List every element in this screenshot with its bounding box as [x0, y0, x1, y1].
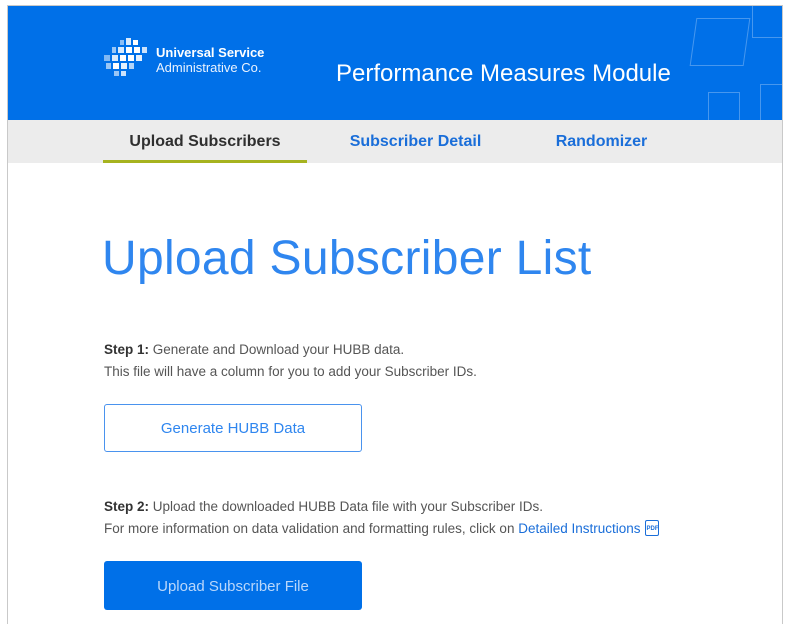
usac-logo-icon — [104, 38, 147, 76]
active-tab-indicator — [103, 160, 307, 163]
decorative-shape — [689, 18, 751, 66]
step2-text: Step 2: Upload the downloaded HUBB Data … — [104, 497, 543, 517]
decorative-shape — [752, 6, 782, 38]
module-title: Performance Measures Module — [336, 60, 671, 87]
step1-label: Step 1: — [104, 342, 150, 357]
page-title: Upload Subscriber List — [102, 232, 592, 285]
tab-randomizer[interactable]: Randomizer — [544, 120, 659, 163]
app-frame: Universal Service Administrative Co. Per… — [7, 5, 783, 624]
tab-upload-subscribers[interactable]: Upload Subscribers — [103, 120, 307, 163]
header: Universal Service Administrative Co. Per… — [8, 6, 782, 120]
decorative-shape — [708, 92, 740, 120]
org-name: Universal Service Administrative Co. — [156, 45, 264, 75]
org-name-line1: Universal Service — [156, 45, 265, 60]
org-name-line2: Administrative Co. — [156, 60, 262, 75]
step2-info-text: For more information on data validation … — [104, 521, 519, 536]
step1-text: Step 1: Generate and Download your HUBB … — [104, 340, 404, 360]
step2-subtext: For more information on data validation … — [104, 519, 659, 539]
step2-label: Step 2: — [104, 499, 150, 514]
step2-description: Upload the downloaded HUBB Data file wit… — [149, 499, 543, 514]
detailed-instructions-link[interactable]: Detailed Instructions — [518, 521, 640, 536]
step1-description: Generate and Download your HUBB data. — [149, 342, 405, 357]
upload-subscriber-file-button[interactable]: Upload Subscriber File — [104, 561, 362, 610]
decorative-shape — [760, 84, 782, 120]
step1-subtext: This file will have a column for you to … — [104, 364, 477, 379]
tab-subscriber-detail[interactable]: Subscriber Detail — [338, 120, 493, 163]
tab-bar: Upload Subscribers Subscriber Detail Ran… — [8, 120, 782, 163]
pdf-icon[interactable]: PDF — [644, 520, 659, 536]
generate-hubb-data-button[interactable]: Generate HUBB Data — [104, 404, 362, 452]
